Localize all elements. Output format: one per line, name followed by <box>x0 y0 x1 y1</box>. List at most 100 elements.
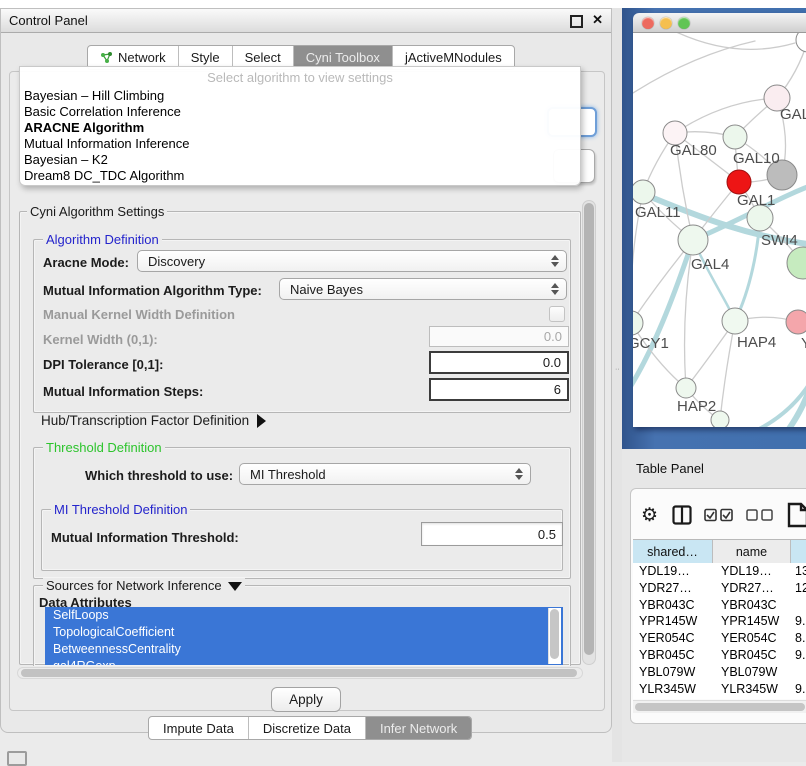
dropdown-item[interactable]: Mutual Information Inference <box>20 136 580 152</box>
node-gal4[interactable] <box>678 225 708 255</box>
scrollbar-thumb[interactable] <box>21 669 577 677</box>
mi-algorithm-type-label: Mutual Information Algorithm Type: <box>43 283 262 298</box>
column-header[interactable]: shared… <box>633 540 713 564</box>
table-cell: YLR345W <box>713 681 791 698</box>
node-gal11[interactable] <box>633 180 655 204</box>
table-row[interactable]: YLR345WYLR345W9. <box>633 681 806 698</box>
node-hap2[interactable] <box>676 378 696 398</box>
table-row[interactable]: YPR145WYPR145W9. <box>633 613 806 630</box>
table-row[interactable]: YBR045CYBR045C9. <box>633 647 806 664</box>
float-window-icon[interactable] <box>570 15 583 28</box>
dropdown-item-highlighted[interactable]: ARACNE Algorithm <box>20 120 580 136</box>
network-edge[interactable] <box>720 321 735 420</box>
vertical-scrollbar[interactable] <box>582 200 596 665</box>
scrollbar-thumb[interactable] <box>584 203 594 655</box>
table-cell <box>791 664 806 681</box>
dropdown-item[interactable]: Bayesian – K2 <box>20 152 580 168</box>
network-window-titlebar[interactable] <box>633 13 806 33</box>
zoom-traffic-light-icon[interactable] <box>678 17 690 29</box>
dropdown-item[interactable]: Dream8 DC_TDC Algorithm <box>20 168 580 184</box>
network-canvas[interactable]: GALGAL80GAL10GAL1GAL11SWI4GAL4GCY1HAP4YH… <box>633 33 806 427</box>
table-horizontal-scrollbar[interactable] <box>633 700 806 713</box>
table-cell: YBR045C <box>713 647 791 664</box>
list-item-selected[interactable]: SelfLoops <box>45 607 563 624</box>
node-hap4[interactable] <box>722 308 748 334</box>
node-label: GAL1 <box>737 192 775 209</box>
table-cell: YER054C <box>713 630 791 647</box>
table-row[interactable]: YER054CYER054C8. <box>633 630 806 647</box>
node-gcy1[interactable] <box>633 311 643 335</box>
mi-threshold-label: Mutual Information Threshold: <box>51 530 239 545</box>
group-title: Cyni Algorithm Settings <box>27 204 167 219</box>
control-panel-titlebar[interactable]: Control Panel ✕ <box>1 9 611 33</box>
aracne-mode-combobox[interactable]: Discovery <box>137 250 567 272</box>
sources-section-toggle[interactable]: Sources for Network Inference <box>43 578 245 593</box>
table-body: YDL19…YDL19…13YDR27…YDR27…12YBR043CYBR04… <box>633 563 806 699</box>
mi-steps-field[interactable]: 6 <box>429 378 569 401</box>
list-item-selected[interactable]: BetweennessCentrality <box>45 641 563 658</box>
scrollbar-thumb[interactable] <box>550 609 559 659</box>
node-salmon[interactable] <box>786 310 806 334</box>
table-row[interactable]: YIL052CYIL052C9. <box>633 697 806 699</box>
column-header[interactable]: A <box>791 540 806 564</box>
table-cell: 9. <box>791 613 806 630</box>
divider-handle-icon[interactable]: ·· <box>615 368 619 376</box>
horizontal-scrollbar[interactable] <box>17 667 583 679</box>
node-green-big[interactable] <box>787 247 806 279</box>
group-title: Algorithm Definition <box>43 232 162 247</box>
field-value: 0.0 <box>543 355 561 370</box>
scrollbar-thumb[interactable] <box>635 703 805 711</box>
dropdown-item[interactable]: Bayesian – Hill Climbing <box>20 88 580 104</box>
table-cell: YDL19… <box>633 563 713 580</box>
mi-threshold-field[interactable]: 0.5 <box>421 522 563 546</box>
list-item-selected[interactable]: TopologicalCoefficient <box>45 624 563 641</box>
panel-grip-icon[interactable] <box>7 751 27 766</box>
dpi-tolerance-label: DPI Tolerance [0,1]: <box>43 357 163 372</box>
split-pane-divider[interactable] <box>612 8 622 762</box>
tab-label: Impute Data <box>163 721 234 736</box>
kernel-width-field[interactable]: 0.0 <box>429 326 569 347</box>
node-gal10[interactable] <box>723 125 747 149</box>
table-row[interactable]: YBR043CYBR043C <box>633 597 806 614</box>
table-cell: 13 <box>791 563 806 580</box>
close-traffic-light-icon[interactable] <box>642 17 654 29</box>
hide-columns-icon[interactable] <box>746 508 774 522</box>
tab-label: Style <box>191 50 220 65</box>
tab-impute-data[interactable]: Impute Data <box>149 717 249 739</box>
apply-button[interactable]: Apply <box>271 687 341 712</box>
close-icon[interactable]: ✕ <box>592 12 603 28</box>
network-edge[interactable] <box>675 98 777 133</box>
hub-section-toggle[interactable]: Hub/Transcription Factor Definition <box>41 413 266 428</box>
which-threshold-combobox[interactable]: MI Threshold <box>239 463 531 485</box>
columns-icon[interactable] <box>672 505 692 525</box>
tab-infer-network[interactable]: Infer Network <box>366 717 471 739</box>
network-view-window[interactable]: GALGAL80GAL10GAL1GAL11SWI4GAL4GCY1HAP4YH… <box>633 13 806 427</box>
stepper-icon <box>551 255 560 267</box>
manual-kernel-width-checkbox[interactable] <box>549 306 565 322</box>
tab-discretize-data[interactable]: Discretize Data <box>249 717 366 739</box>
column-header[interactable]: name <box>713 540 791 564</box>
dpi-tolerance-field[interactable]: 0.0 <box>429 351 569 374</box>
table-cell: YBL079W <box>633 664 713 681</box>
table-cell: YBR045C <box>633 647 713 664</box>
table-cell: YPR145W <box>713 613 791 630</box>
mi-algorithm-type-combobox[interactable]: Naive Bayes <box>279 278 567 300</box>
list-vertical-scrollbar[interactable] <box>548 608 561 664</box>
network-graph: GALGAL80GAL10GAL1GAL11SWI4GAL4GCY1HAP4YH… <box>633 33 806 427</box>
node-label: HAP4 <box>737 334 776 351</box>
show-columns-icon[interactable] <box>704 508 734 522</box>
table-cell: YER054C <box>633 630 713 647</box>
dropdown-item[interactable]: Basic Correlation Inference <box>20 104 580 120</box>
minimize-traffic-light-icon[interactable] <box>660 17 672 29</box>
table-cell: YIL052C <box>713 697 791 699</box>
node-top-partial[interactable] <box>796 33 806 52</box>
list-item-selected[interactable]: gal4RGexp <box>45 658 563 665</box>
table-row[interactable]: YDR27…YDR27…12 <box>633 580 806 597</box>
node-gal1[interactable] <box>727 170 751 194</box>
node-label: GAL4 <box>691 256 729 273</box>
export-table-file-icon[interactable] <box>786 502 806 528</box>
table-cell: 9. <box>791 681 806 698</box>
table-row[interactable]: YDL19…YDL19…13 <box>633 563 806 580</box>
table-row[interactable]: YBL079WYBL079W <box>633 664 806 681</box>
gear-icon[interactable]: ⚙ <box>641 504 658 527</box>
